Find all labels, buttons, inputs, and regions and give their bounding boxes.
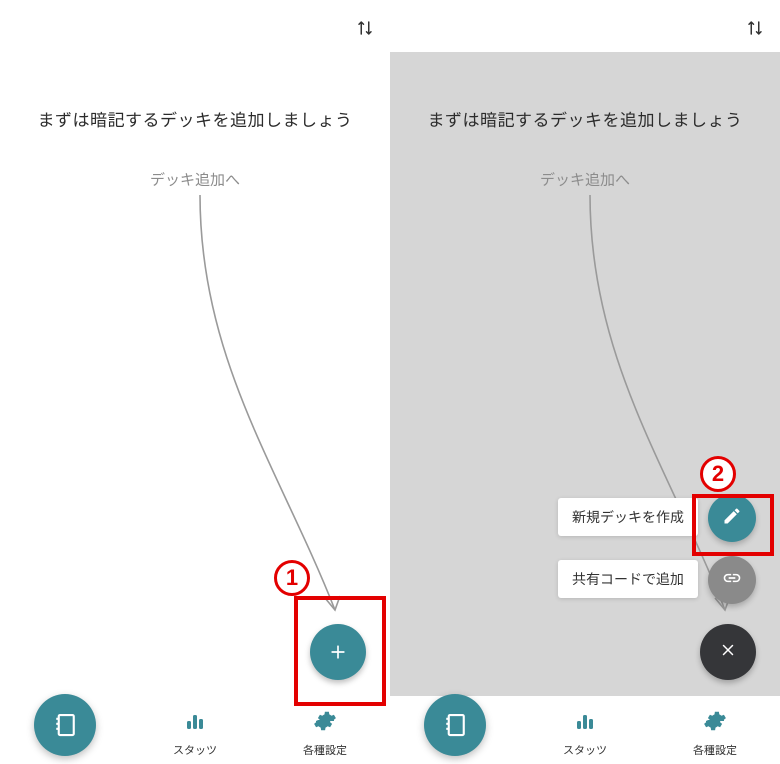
- nav-stats-label: スタッツ: [173, 742, 217, 758]
- fab-option-sharecode[interactable]: [708, 556, 756, 604]
- hint-arrow: [170, 190, 370, 640]
- empty-state: まずは暗記するデッキを追加しましょう デッキ追加へ: [0, 106, 390, 190]
- nav-settings-label: 各種設定: [693, 742, 737, 758]
- screen-before: まずは暗記するデッキを追加しましょう デッキ追加へ スタッツ: [0, 0, 390, 764]
- nav-stats[interactable]: スタッツ: [520, 696, 650, 764]
- add-deck-fab[interactable]: [310, 624, 366, 680]
- link-icon: [722, 568, 742, 593]
- nav-stats-label: スタッツ: [563, 742, 607, 758]
- nav-settings[interactable]: 各種設定: [650, 696, 780, 764]
- empty-state: まずは暗記するデッキを追加しましょう デッキ追加へ: [390, 106, 780, 190]
- fab-option-label-sharecode[interactable]: 共有コードで追加: [558, 560, 698, 598]
- annotation-number-1: 1: [274, 560, 310, 596]
- stats-icon: [573, 709, 597, 738]
- gear-icon: [703, 709, 727, 738]
- screen-after: まずは暗記するデッキを追加しましょう デッキ追加へ 新規デッキを作成 共有コード…: [390, 0, 780, 764]
- fab-option-label-create[interactable]: 新規デッキを作成: [558, 498, 698, 536]
- empty-title: まずは暗記するデッキを追加しましょう: [390, 106, 780, 131]
- nav-settings[interactable]: 各種設定: [260, 696, 390, 764]
- nav-settings-label: 各種設定: [303, 742, 347, 758]
- empty-title: まずは暗記するデッキを追加しましょう: [0, 106, 390, 131]
- sort-icon[interactable]: [356, 18, 372, 34]
- gear-icon: [313, 709, 337, 738]
- nav-decks[interactable]: [0, 696, 130, 764]
- close-icon: [719, 640, 737, 664]
- pencil-icon: [722, 506, 742, 531]
- stats-icon: [183, 709, 207, 738]
- top-bar: [390, 0, 780, 52]
- nav-decks[interactable]: [390, 696, 520, 764]
- fab-option-create[interactable]: [708, 494, 756, 542]
- empty-subtitle: デッキ追加へ: [390, 169, 780, 190]
- nav-stats[interactable]: スタッツ: [130, 696, 260, 764]
- bottom-nav: スタッツ 各種設定: [390, 696, 780, 764]
- decks-icon[interactable]: [34, 694, 96, 756]
- top-bar: [0, 0, 390, 52]
- close-fab[interactable]: [700, 624, 756, 680]
- decks-icon[interactable]: [424, 694, 486, 756]
- sort-icon[interactable]: [746, 18, 762, 34]
- empty-subtitle: デッキ追加へ: [0, 169, 390, 190]
- bottom-nav: スタッツ 各種設定: [0, 696, 390, 764]
